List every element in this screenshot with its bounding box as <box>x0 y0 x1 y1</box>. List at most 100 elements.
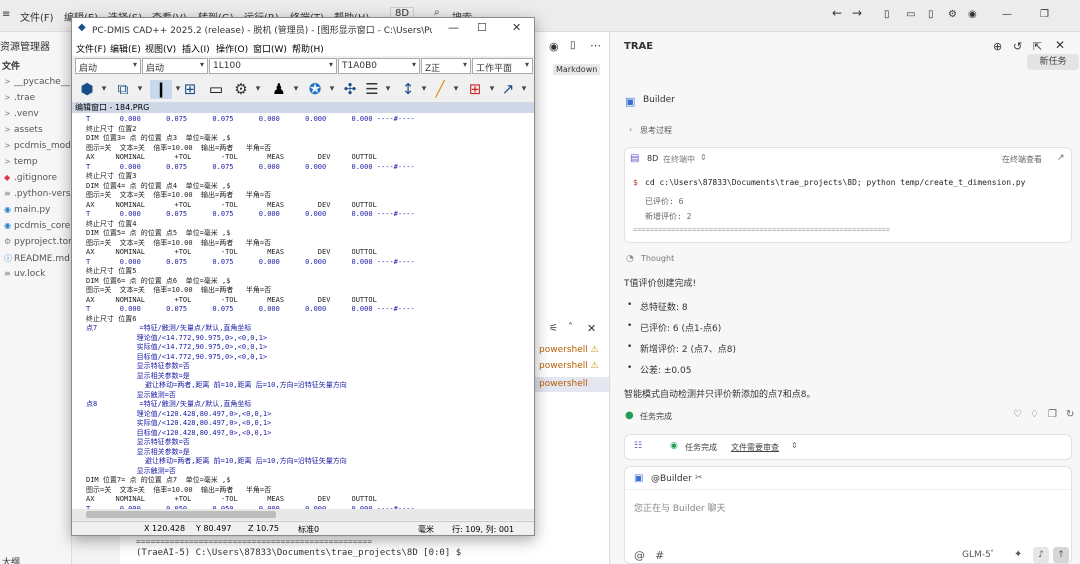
code-line[interactable]: 图示=关 文本=关 倍率=10.00 输出=两者 半角=否 <box>86 486 271 494</box>
move-vertical-icon[interactable]: ↕ <box>398 80 418 99</box>
close-panel-icon[interactable]: ✕ <box>587 322 596 335</box>
cad-menu-operation[interactable]: 操作(O) <box>216 42 248 55</box>
code-line[interactable]: T 0.000 0.075 0.075 0.000 0.000 0.000 --… <box>86 210 415 218</box>
cube-view-icon[interactable]: ⬢ <box>76 80 98 99</box>
settings-gears-icon[interactable]: ⚙ <box>230 80 252 99</box>
cad-menu-window[interactable]: 窗口(W) <box>253 42 287 55</box>
tree-item[interactable]: ≡ .python-vers <box>4 189 74 205</box>
chevron-down-icon[interactable]: ▾ <box>418 80 430 99</box>
code-line[interactable]: 避让移动=两者,距离 前=10,距离 后=10,方向=沿特征矢量方向 <box>86 381 347 389</box>
thumbs-up-icon[interactable]: ♡ <box>1013 409 1022 420</box>
code-line[interactable]: T 0.000 0.075 0.075 0.000 0.000 0.000 --… <box>86 305 415 313</box>
regenerate-icon[interactable]: ↻ <box>1066 409 1074 420</box>
code-line[interactable]: 显示特征参数=否 <box>86 438 190 446</box>
more-icon[interactable]: ⋯ <box>590 39 601 52</box>
tree-item[interactable]: > assets <box>4 125 74 141</box>
split-terminal-icon[interactable]: ⚟ <box>549 323 558 334</box>
minimize-icon[interactable]: — <box>448 21 459 34</box>
code-line[interactable]: 显示触测=否 <box>86 391 176 399</box>
code-line[interactable]: 理论值/<120.428,80.497,0>,<0,0,1> <box>86 410 272 418</box>
operator-icon[interactable]: ♟ <box>268 80 290 99</box>
code-line[interactable]: 目标值/<120.428,80.497,0>,<0,0,1> <box>86 429 272 437</box>
chevron-down-icon[interactable]: ˅ <box>990 549 994 558</box>
chat-input-card[interactable]: ▣ @Builder ✂ 您正在与 Builder 聊天 @ # GLM-5 ˅… <box>624 466 1072 564</box>
cad-menu-help[interactable]: 帮助(H) <box>292 42 324 55</box>
tree-item[interactable]: ◉ pcdmis_core <box>4 221 74 237</box>
code-line[interactable]: 终止尺寸 位置4 <box>86 220 136 228</box>
layout-split-icon[interactable]: ▭ <box>906 9 915 20</box>
cad-menu-edit[interactable]: 编辑(E) <box>110 42 141 55</box>
code-line[interactable]: 终止尺寸 位置5 <box>86 267 136 275</box>
thinking-toggle[interactable]: 思考过程 <box>640 125 672 136</box>
outline-header[interactable]: 大纲 <box>2 555 20 564</box>
chevron-down-icon[interactable]: ▾ <box>518 80 530 99</box>
split-editor-icon[interactable]: ▯ <box>570 40 576 51</box>
workplane-combo[interactable]: 工作平面 ▾ <box>472 58 533 74</box>
tip-combo[interactable]: T1A0B0 ▾ <box>338 58 420 74</box>
navigation-icon[interactable]: ✪ <box>304 80 326 99</box>
code-line[interactable]: DIM 位置5= 点 的位置 点5 单位=毫米 ,$ <box>86 229 230 237</box>
code-line[interactable]: 显示特征参数=否 <box>86 362 190 370</box>
view-combo[interactable]: Z正 ▾ <box>421 58 471 74</box>
chat-input[interactable]: 您正在与 Builder 聊天 <box>634 501 726 514</box>
code-line[interactable]: 避让移动=两者,距离 前=10,距离 后=10,方向=沿特征矢量方向 <box>86 457 347 465</box>
program-editor[interactable]: T 0.000 0.075 0.075 0.000 0.000 0.000 --… <box>72 113 534 509</box>
chevron-down-icon[interactable]: ▾ <box>450 80 462 99</box>
view-in-terminal-link[interactable]: 在终端查看 <box>1002 154 1042 165</box>
chevron-down-icon[interactable]: ▾ <box>382 80 394 99</box>
code-line[interactable]: DIM 位置7= 点 的位置 点7 单位=毫米 ,$ <box>86 476 230 484</box>
code-line[interactable]: T 0.000 0.075 0.075 0.000 0.000 0.000 --… <box>86 258 415 266</box>
close-icon[interactable]: ✕ <box>1055 38 1065 52</box>
alignment-icon[interactable]: ☰ <box>362 80 382 99</box>
maximize-icon[interactable]: ☐ <box>477 21 487 34</box>
code-line[interactable]: 显示相关参数=是 <box>86 448 190 456</box>
code-line[interactable]: 点8 =特征/触测/矢量点/默认,直角坐标 <box>86 400 251 408</box>
close-icon[interactable]: ✕ <box>512 21 521 34</box>
measure-red-icon[interactable]: ⊞ <box>464 80 486 99</box>
horizontal-scrollbar[interactable] <box>72 509 534 520</box>
tree-item[interactable]: > __pycache__ <box>4 77 74 93</box>
tree-item[interactable]: > temp <box>4 157 74 173</box>
terminal-output[interactable]: ========================================… <box>120 536 535 564</box>
account-icon[interactable]: ◉ <box>968 9 977 20</box>
code-line[interactable]: 图示=关 文本=关 倍率=10.00 输出=两者 半角=否 <box>86 191 271 199</box>
code-line[interactable]: T 0.000 0.075 0.075 0.000 0.000 0.000 --… <box>86 163 415 171</box>
code-line[interactable]: 实际值/<120.428,80.497,0>,<0,0,1> <box>86 419 272 427</box>
terminal-tab[interactable]: powershell ⚠ <box>539 361 599 371</box>
code-line[interactable]: AX NOMINAL +TOL -TOL MEAS DEV OUTTOL <box>86 248 377 256</box>
cad-menu-file[interactable]: 文件(F) <box>76 42 106 55</box>
code-line[interactable]: 终止尺寸 位置3 <box>86 172 136 180</box>
model-selector[interactable]: GLM-5 <box>962 550 991 560</box>
run-location[interactable]: 在终端中 <box>663 154 695 165</box>
mention-icon[interactable]: @ <box>634 549 645 562</box>
copy-icon[interactable]: ❐ <box>1048 409 1057 420</box>
code-line[interactable]: 显示相关参数=是 <box>86 372 190 380</box>
thought-label[interactable]: Thought <box>641 254 674 263</box>
code-line[interactable]: T 0.000 0.075 0.075 0.000 0.000 0.000 --… <box>86 115 415 123</box>
review-files-link[interactable]: 文件需要审查 <box>731 442 779 453</box>
list-icon[interactable]: ☷ <box>634 441 642 451</box>
tree-item[interactable]: ⚙ pyproject.tor <box>4 237 74 253</box>
network-icon[interactable]: ✣ <box>340 80 360 99</box>
forward-arrow-icon[interactable]: → <box>852 6 862 20</box>
wireframe-icon[interactable]: ⧉ <box>112 80 134 99</box>
chevron-down-icon[interactable]: ▾ <box>98 80 110 99</box>
send-icon[interactable]: ↑ <box>1053 547 1069 563</box>
code-line[interactable]: 终止尺寸 位置2 <box>86 125 136 133</box>
files-header[interactable]: 文件 <box>2 59 20 72</box>
menu-toggle-icon[interactable]: ≡ <box>2 9 10 20</box>
tree-item[interactable]: > .trae <box>4 93 74 109</box>
code-line[interactable]: 点7 =特征/触测/矢量点/默认,直角坐标 <box>86 324 251 332</box>
code-line[interactable]: 实际值/<14.772,90.975,0>,<0,0,1> <box>86 343 268 351</box>
chevron-down-icon[interactable]: ▾ <box>326 80 338 99</box>
hashtag-icon[interactable]: # <box>655 549 664 562</box>
code-line[interactable]: AX NOMINAL +TOL -TOL MEAS DEV OUTTOL <box>86 296 377 304</box>
code-line[interactable]: 理论值/<14.772,90.975,0>,<0,0,1> <box>86 334 268 342</box>
startup-combo[interactable]: 启动 ▾ <box>75 58 141 74</box>
tree-item[interactable]: ⓘ README.md <box>4 253 74 269</box>
code-line[interactable]: 图示=关 文本=关 倍率=10.00 输出=两者 半角=否 <box>86 286 271 294</box>
code-line[interactable]: AX NOMINAL +TOL -TOL MEAS DEV OUTTOL <box>86 153 377 161</box>
terminal-tab-active[interactable]: powershell <box>535 377 609 392</box>
pencil-icon[interactable]: ╱ <box>430 80 450 99</box>
settings-gear-icon[interactable]: ⚙ <box>948 9 957 20</box>
